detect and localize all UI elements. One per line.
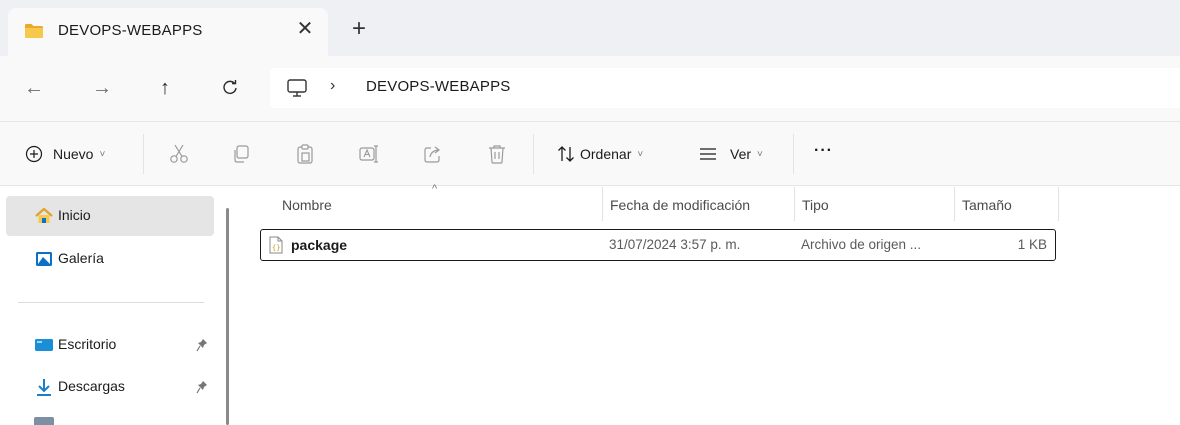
chevron-down-icon: ˅	[99, 148, 106, 160]
column-headers: ^ Nombre Fecha de modificación Tipo Tama…	[232, 183, 1180, 223]
sidebar-item-label: Inicio	[58, 207, 91, 223]
column-resize-handle[interactable]	[794, 187, 795, 221]
sidebar-item-escritorio[interactable]: Escritorio	[6, 325, 214, 365]
copy-icon	[234, 145, 249, 163]
column-header-type[interactable]: Tipo	[802, 197, 829, 213]
navigation-pane: Inicio Galería Escritorio Descargas	[0, 187, 230, 425]
file-row[interactable]: {} package 31/07/2024 3:57 p. m. Archivo…	[260, 229, 1056, 261]
file-name: package	[291, 237, 348, 253]
pin-icon[interactable]	[196, 338, 208, 352]
sidebar-item-galeria[interactable]: Galería	[6, 239, 214, 279]
new-button[interactable]: Nuevo ˅	[25, 140, 105, 168]
sidebar-item-inicio[interactable]: Inicio	[6, 196, 214, 236]
desktop-icon	[35, 339, 53, 351]
clipboard-icon	[297, 144, 313, 164]
sidebar-item-label: Escritorio	[58, 336, 117, 352]
computer-icon	[287, 79, 307, 97]
copy-button[interactable]	[230, 140, 252, 168]
view-label: Ver	[730, 146, 752, 162]
sort-ascending-icon: ^	[432, 183, 438, 195]
sort-button[interactable]: Ordenar ˅	[556, 140, 643, 168]
folder-icon	[25, 24, 43, 38]
column-header-size[interactable]: Tamaño	[962, 197, 1012, 213]
divider	[18, 302, 204, 303]
documents-icon	[34, 417, 54, 425]
scissors-icon	[170, 144, 188, 163]
home-icon	[35, 207, 53, 223]
up-button[interactable]: ↑	[151, 74, 179, 102]
column-header-modified[interactable]: Fecha de modificación	[610, 197, 750, 213]
share-icon	[424, 146, 440, 163]
close-tab-button[interactable]: ✕	[294, 18, 316, 40]
file-modified: 31/07/2024 3:57 p. m.	[609, 237, 741, 252]
forward-button[interactable]: →	[88, 74, 116, 102]
delete-button[interactable]	[486, 140, 508, 168]
breadcrumb-current[interactable]: DEVOPS-WEBAPPS	[366, 78, 511, 95]
new-label: Nuevo	[53, 146, 94, 162]
chevron-down-icon: ˅	[637, 148, 644, 160]
sort-icon	[558, 146, 574, 162]
file-size: 1 KB	[1017, 237, 1047, 252]
share-button[interactable]	[422, 140, 444, 168]
sort-label: Ordenar	[580, 146, 632, 162]
column-resize-handle[interactable]	[1058, 187, 1059, 221]
navigation-scrollbar[interactable]	[226, 208, 229, 425]
column-resize-handle[interactable]	[954, 187, 955, 221]
sidebar-item-descargas[interactable]: Descargas	[6, 367, 214, 407]
sidebar-item-label: Descargas	[58, 378, 125, 394]
breadcrumb-chevron-icon: ›	[330, 77, 336, 94]
view-button[interactable]: Ver ˅	[698, 140, 763, 168]
address-bar[interactable]: › DEVOPS-WEBAPPS	[270, 68, 1180, 108]
cut-button[interactable]	[168, 140, 190, 168]
divider	[143, 134, 144, 174]
back-button[interactable]: ←	[20, 74, 48, 102]
gallery-icon	[36, 252, 52, 266]
add-circle-icon	[25, 145, 43, 163]
sidebar-item-label: Galería	[58, 250, 104, 266]
command-bar: Nuevo ˅ Ordenar ˅ Ver ˅ ···	[0, 122, 1180, 186]
refresh-icon	[223, 80, 237, 94]
view-lines-icon	[700, 148, 716, 160]
divider	[533, 134, 534, 174]
divider	[793, 134, 794, 174]
tab-bar: DEVOPS-WEBAPPS ✕ +	[0, 0, 1180, 56]
more-options-button[interactable]: ···	[814, 142, 833, 160]
column-resize-handle[interactable]	[602, 187, 603, 221]
download-arrow-icon	[37, 379, 51, 396]
refresh-button[interactable]	[216, 74, 244, 102]
tab-title: DEVOPS-WEBAPPS	[58, 22, 203, 39]
paste-button[interactable]	[294, 140, 316, 168]
tab-devops-webapps[interactable]: DEVOPS-WEBAPPS ✕	[8, 8, 328, 56]
svg-text:{}: {}	[272, 244, 280, 252]
file-type: Archivo de origen ...	[801, 237, 922, 252]
chevron-down-icon: ˅	[757, 148, 763, 160]
json-file-icon: {}	[269, 236, 283, 254]
new-tab-button[interactable]: +	[346, 16, 372, 42]
rename-button[interactable]	[358, 140, 380, 168]
pin-icon[interactable]	[196, 380, 208, 394]
address-toolbar: ← → ↑ › DEVOPS-WEBAPPS	[0, 56, 1180, 122]
column-header-name[interactable]: Nombre	[282, 197, 332, 213]
rename-icon	[359, 145, 378, 163]
trash-icon	[489, 145, 505, 164]
file-list: ^ Nombre Fecha de modificación Tipo Tama…	[232, 183, 1180, 425]
